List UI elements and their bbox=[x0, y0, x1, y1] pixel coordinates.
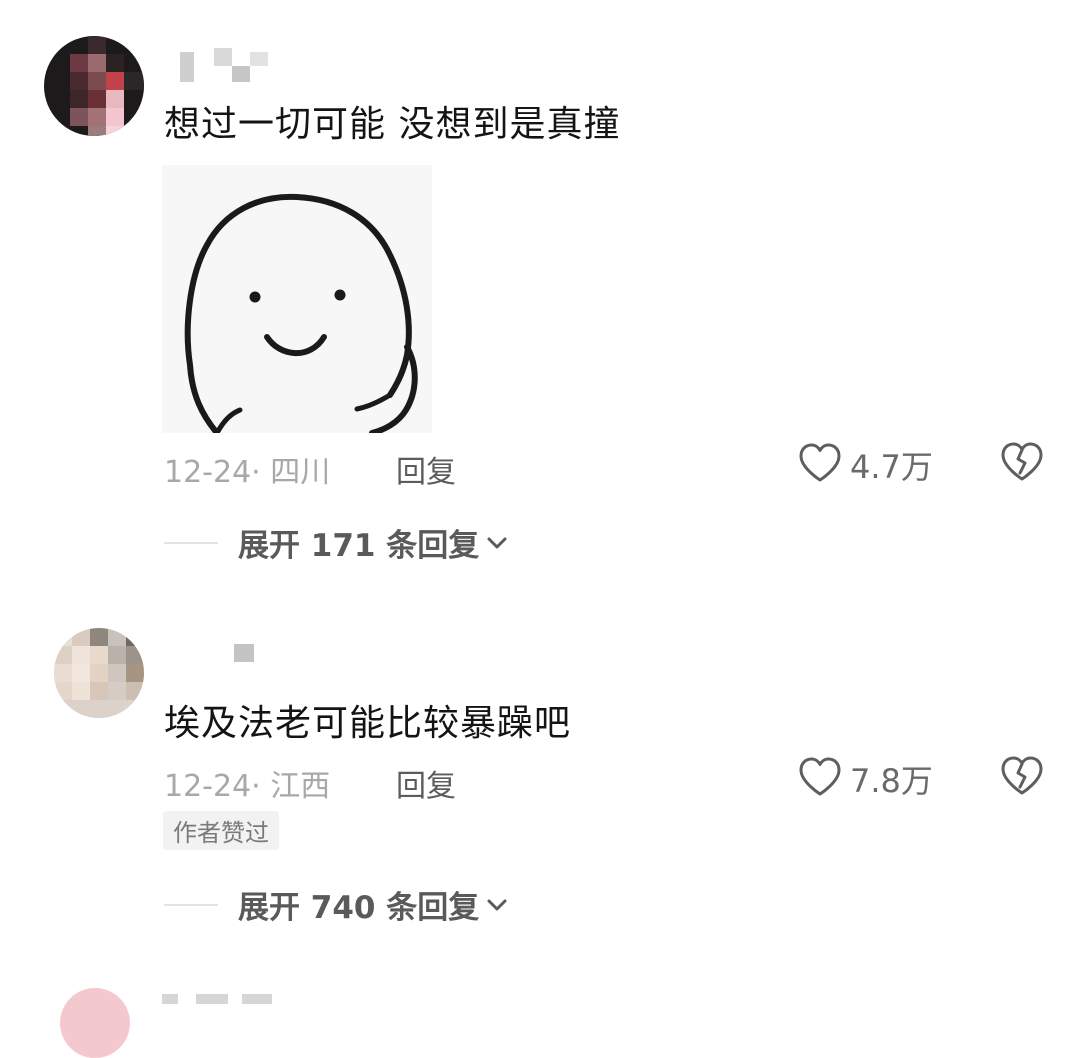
divider-line bbox=[164, 541, 218, 544]
like-button[interactable]: 7.8万 bbox=[798, 756, 933, 802]
comment-date-location: 12-24· 江西 bbox=[164, 769, 331, 804]
reply-button[interactable]: 回复 bbox=[396, 761, 456, 805]
reply-button[interactable]: 回复 bbox=[396, 447, 456, 491]
avatar[interactable] bbox=[44, 36, 144, 136]
like-button[interactable]: 4.7万 bbox=[798, 442, 933, 488]
username-mosaic[interactable] bbox=[162, 994, 302, 1004]
avatar[interactable] bbox=[54, 628, 144, 718]
dislike-button[interactable] bbox=[1000, 442, 1044, 486]
broken-heart-icon bbox=[1000, 442, 1044, 486]
comment-text: 想过一切可能 没想到是真撞 bbox=[164, 104, 621, 145]
broken-heart-icon bbox=[1000, 756, 1044, 800]
smiling-doodle-sticker[interactable] bbox=[162, 165, 432, 433]
username-mosaic[interactable] bbox=[234, 644, 258, 664]
username-mosaic[interactable] bbox=[180, 48, 280, 82]
author-liked-badge: 作者赞过 bbox=[163, 811, 279, 850]
expand-replies-button[interactable]: 展开 171 条回复 bbox=[164, 520, 509, 565]
divider-line bbox=[164, 903, 218, 906]
heart-outline-icon bbox=[798, 757, 842, 801]
expand-replies-label: 展开 740 条回复 bbox=[238, 890, 480, 926]
chevron-down-icon bbox=[485, 896, 509, 918]
comment-text: 埃及法老可能比较暴躁吧 bbox=[164, 703, 572, 744]
like-count: 4.7万 bbox=[850, 448, 933, 486]
expand-replies-button[interactable]: 展开 740 条回复 bbox=[164, 882, 509, 927]
expand-replies-label: 展开 171 条回复 bbox=[238, 528, 480, 564]
like-count: 7.8万 bbox=[850, 762, 933, 800]
comment-date-location: 12-24· 四川 bbox=[164, 455, 331, 490]
chevron-down-icon bbox=[485, 534, 509, 556]
dislike-button[interactable] bbox=[1000, 756, 1044, 800]
heart-outline-icon bbox=[798, 443, 842, 487]
